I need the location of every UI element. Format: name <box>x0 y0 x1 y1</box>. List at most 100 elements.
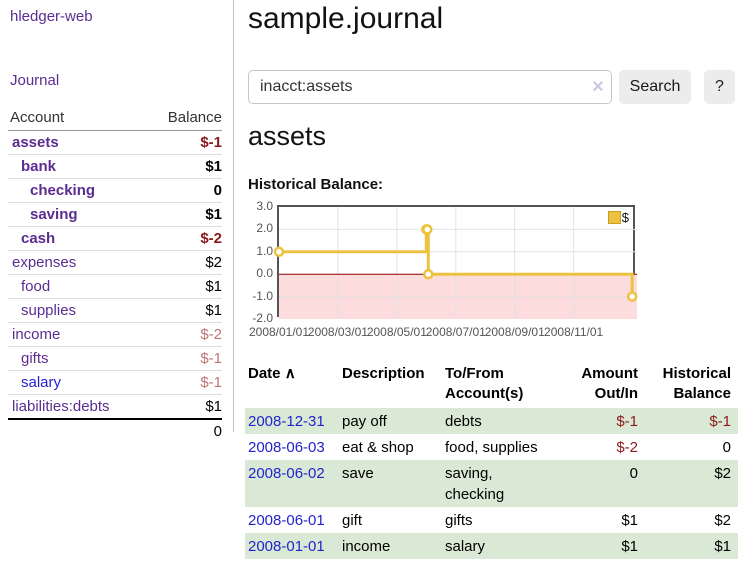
account-link[interactable]: expenses <box>8 254 76 271</box>
account-link[interactable]: bank <box>8 158 56 175</box>
app-title[interactable]: hledger-web <box>10 8 93 25</box>
account-row: assets $-1 <box>8 131 222 154</box>
account-row: gifts$-1 <box>8 346 222 370</box>
transaction-row: 2008-06-01 giftgifts$1$2 <box>245 507 738 533</box>
y-axis-label: -1.0 <box>239 288 273 304</box>
account-link[interactable]: checking <box>8 182 95 199</box>
txn-balance: $-1 <box>638 411 734 432</box>
transactions-table: Date ∧ Description To/From Account(s) Am… <box>245 362 738 559</box>
account-row: bank $1 <box>8 154 222 178</box>
account-total-row: 0 <box>8 418 222 443</box>
transaction-row: 2008-01-01incomesalary$1$1 <box>245 533 738 559</box>
account-balance: $-2 <box>200 326 222 343</box>
account-balance: $-2 <box>200 230 222 247</box>
transaction-row: 2008-06-03 eat & shopfood, supplies$-20 <box>245 434 738 460</box>
sort-asc-icon: ∧ <box>285 365 296 382</box>
search-button[interactable]: Search <box>619 70 691 104</box>
account-link[interactable]: cash <box>8 230 55 247</box>
x-axis-label: 2008/09/01 <box>485 325 545 339</box>
amount-column-header: Amount Out/In <box>557 364 638 404</box>
txn-amount: $1 <box>557 536 638 557</box>
account-link[interactable]: saving <box>8 206 78 223</box>
txn-date-cell: 2008-12-31 <box>245 411 342 432</box>
txn-description: eat & shop <box>342 437 445 458</box>
balance-column-header: Historical Balance <box>638 364 734 404</box>
account-table-header: Account Balance <box>8 106 222 131</box>
txn-date-cell: 2008-01-01 <box>245 536 342 557</box>
y-axis-label: 3.0 <box>239 198 273 214</box>
account-balance: $1 <box>205 278 222 295</box>
transactions-table-header: Date ∧ Description To/From Account(s) Am… <box>245 362 738 408</box>
total-balance: 0 <box>214 423 222 440</box>
chart-plot <box>279 207 637 319</box>
account-link[interactable]: supplies <box>8 302 76 319</box>
txn-date-link[interactable]: 2008-01-01 <box>248 538 325 555</box>
txn-balance: $1 <box>638 536 734 557</box>
txn-accounts: saving, checking <box>445 463 557 505</box>
account-balance: $2 <box>205 254 222 271</box>
historical-balance-chart: $ 3.02.01.00.0-1.0-2.02008/01/012008/03/… <box>277 205 635 317</box>
account-row: cash $-2 <box>8 226 222 250</box>
account-balance: $-1 <box>200 134 222 151</box>
txn-amount: $1 <box>557 510 638 531</box>
balance-column-header: Balance <box>168 109 222 126</box>
account-link[interactable]: food <box>8 278 50 295</box>
txn-amount: 0 <box>557 463 638 505</box>
account-link[interactable]: assets <box>8 134 59 151</box>
x-axis-label: 2008/07/01 <box>426 325 486 339</box>
account-column-header: Account <box>10 109 64 126</box>
transaction-row: 2008-06-02 savesaving, checking0$2 <box>245 460 738 507</box>
y-axis-label: -2.0 <box>239 310 273 326</box>
txn-description: gift <box>342 510 445 531</box>
account-rows: assets $-1 bank $1 checking0 saving $1 cash $-2 e… <box>8 131 222 418</box>
txn-date-link[interactable]: 2008-12-31 <box>248 413 325 430</box>
txn-amount: $-2 <box>557 437 638 458</box>
account-link[interactable]: gifts <box>8 350 49 367</box>
account-row: saving $1 <box>8 202 222 226</box>
txn-description: income <box>342 536 445 557</box>
sidebar-item-journal[interactable]: Journal <box>10 72 59 89</box>
account-row: liabilities:debts$1 <box>8 394 222 418</box>
x-axis-label: 2008/03/01 <box>308 325 368 339</box>
account-link[interactable]: liabilities:debts <box>8 398 110 415</box>
x-axis-label: 2008/05/01 <box>367 325 427 339</box>
sidebar-divider <box>233 0 234 432</box>
account-balance-table: Account Balance assets$-1bank$1checking0… <box>8 106 222 443</box>
help-button[interactable]: ? <box>704 70 735 104</box>
transaction-rows: 2008-12-31pay offdebts$-1$-12008-06-03ea… <box>245 408 738 559</box>
txn-date-link[interactable]: 2008-06-01 <box>248 512 325 529</box>
account-balance: $1 <box>205 206 222 223</box>
account-link[interactable]: salary <box>8 374 61 391</box>
hledger-web-page: hledger-web Journal Account Balance asse… <box>0 0 742 582</box>
txn-accounts: debts <box>445 411 557 432</box>
txn-date-link[interactable]: 2008-06-02 <box>248 465 325 482</box>
account-link[interactable]: income <box>8 326 60 343</box>
account-row: salary $-1 <box>8 370 222 394</box>
txn-description: pay off <box>342 411 445 432</box>
accounts-column-header: To/From Account(s) <box>445 364 557 404</box>
search-input[interactable] <box>248 70 612 104</box>
txn-accounts: gifts <box>445 510 557 531</box>
account-balance: $1 <box>205 158 222 175</box>
x-axis-label: 2008/01/01 <box>249 325 309 339</box>
chart-title-label: Historical Balance: <box>248 176 383 193</box>
txn-description: save <box>342 463 445 505</box>
txn-balance: $2 <box>638 463 734 505</box>
date-column-header[interactable]: Date ∧ <box>245 364 342 404</box>
section-heading: assets <box>248 121 326 152</box>
y-axis-label: 1.0 <box>239 243 273 259</box>
transaction-row: 2008-12-31pay offdebts$-1$-1 <box>245 408 738 434</box>
account-balance: $-1 <box>200 374 222 391</box>
description-column-header: Description <box>342 364 445 404</box>
txn-accounts: salary <box>445 536 557 557</box>
txn-accounts: food, supplies <box>445 437 557 458</box>
y-axis-label: 2.0 <box>239 220 273 236</box>
txn-balance: 0 <box>638 437 734 458</box>
clear-search-icon[interactable]: × <box>588 74 608 100</box>
account-row: checking0 <box>8 178 222 202</box>
account-balance: $1 <box>205 302 222 319</box>
txn-date-link[interactable]: 2008-06-03 <box>248 439 325 456</box>
txn-balance: $2 <box>638 510 734 531</box>
account-row: food $1 <box>8 274 222 298</box>
account-row: expenses $2 <box>8 250 222 274</box>
